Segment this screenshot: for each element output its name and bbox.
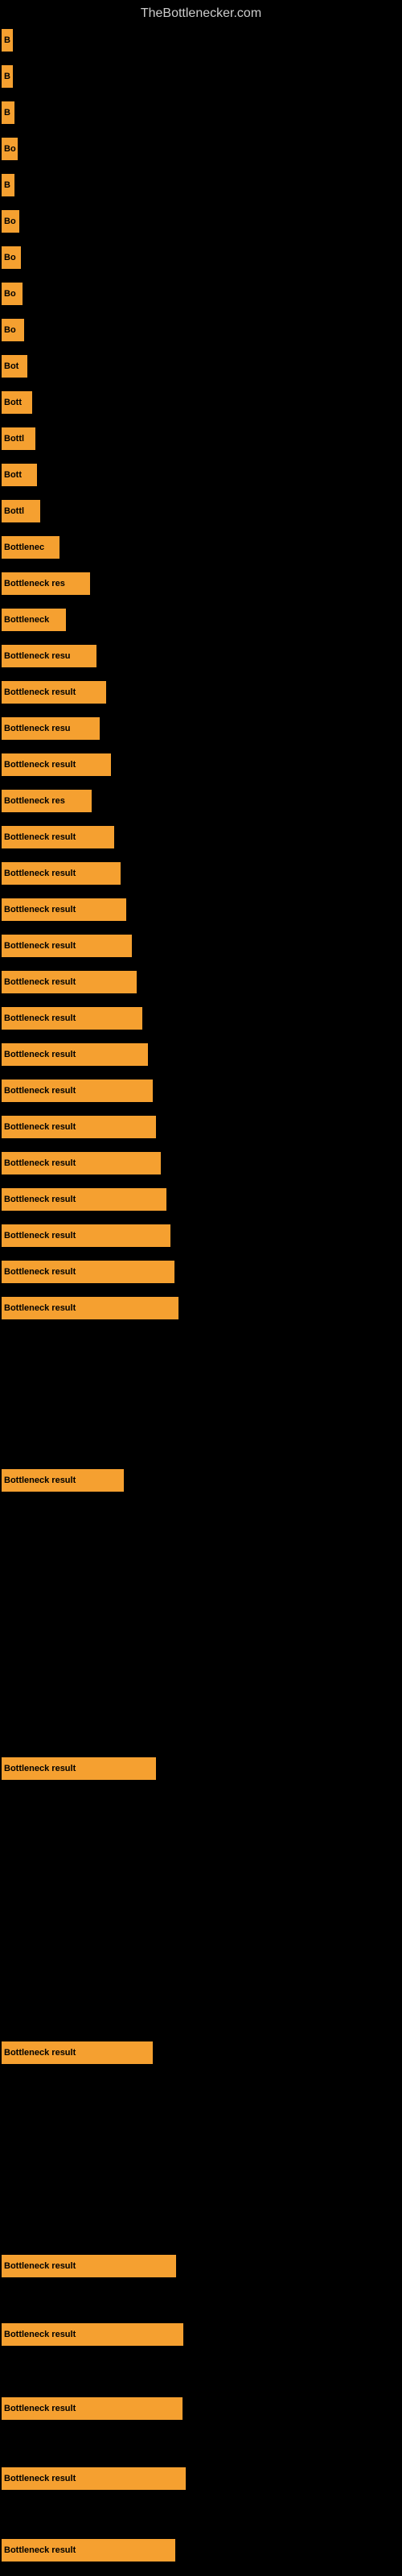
bar-label: Bottleneck result [2,1152,161,1174]
bar-row: Bo [0,205,402,237]
bar-row: Bottleneck result [0,821,402,853]
bar-row: Bottleneck res [0,568,402,600]
bar-label: B [2,29,13,52]
bar-row: Bottleneck result [0,1752,402,1785]
bar-row: Bottleneck [0,604,402,636]
bar-row: Bottleneck resu [0,640,402,672]
bar-row: Bott [0,386,402,419]
bar-row: Bottleneck res [0,785,402,817]
bar-label: Bottleneck result [2,1116,156,1138]
bar-row: Bottleneck result [0,1147,402,1179]
bar-label: Bottleneck resu [2,645,96,667]
bar-label: Bottleneck result [2,1080,153,1102]
bar-label: B [2,101,14,124]
bar-label: Bottleneck result [2,971,137,993]
bar-row: Bottleneck result [0,1183,402,1216]
bar-row: Bottleneck result [0,1038,402,1071]
bar-label: Bottleneck result [2,1043,148,1066]
bar-label: Bo [2,319,24,341]
bar-label: Bottleneck resu [2,717,100,740]
bar-label: Bottleneck result [2,1188,166,1211]
bar-label: Bottleneck result [2,1007,142,1030]
bar-label: Bottleneck result [2,2539,175,2562]
bar-row: Bottleneck resu [0,712,402,745]
bar-row: B [0,60,402,93]
bar-label: B [2,65,13,88]
bar-row: Bottleneck result [0,857,402,890]
bar-label: Bo [2,138,18,160]
bar-row: Bottl [0,423,402,455]
bar-label: Bottleneck result [2,1757,156,1780]
bar-row: B [0,97,402,129]
bar-row: Bottleneck result [0,1111,402,1143]
bar-row: Bottleneck result [0,676,402,708]
bar-label: Bottleneck result [2,2323,183,2346]
bar-row: Bottleneck result [0,2462,402,2495]
bar-row: Bottleneck result [0,2037,402,2069]
bar-row: Bottleneck result [0,1464,402,1496]
bar-row: Bottleneck result [0,2392,402,2425]
bar-label: Bottl [2,500,40,522]
bar-label: Bottleneck result [2,826,114,848]
bar-row: Bottleneck result [0,2318,402,2351]
bar-label: Bottl [2,427,35,450]
bar-label: Bottleneck result [2,2041,153,2064]
bar-row: Bottleneck result [0,966,402,998]
bar-label: Bottleneck [2,609,66,631]
bar-row: B [0,24,402,56]
bar-label: Bottleneck result [2,862,121,885]
bar-label: B [2,174,14,196]
bar-label: Bott [2,391,32,414]
bar-row: Bott [0,459,402,491]
bar-label: Bottleneck result [2,1224,170,1247]
bar-label: Bottleneck result [2,2255,176,2277]
bar-row: Bottleneck result [0,894,402,926]
bar-row: Bottleneck result [0,1292,402,1324]
bar-row: Bo [0,242,402,274]
bar-label: Bottleneck result [2,2397,183,2420]
bar-label: Bottleneck result [2,681,106,704]
site-title: TheBottlenecker.com [0,0,402,27]
bar-label: Bottleneck result [2,2467,186,2490]
bar-row: Bottleneck result [0,749,402,781]
bar-label: Bottleneck result [2,898,126,921]
bar-label: Bottleneck res [2,572,90,595]
bar-label: Bott [2,464,37,486]
bar-label: Bottleneck res [2,790,92,812]
bar-label: Bottleneck result [2,1469,124,1492]
bar-label: Bo [2,210,19,233]
bar-label: Bottleneck result [2,753,111,776]
bar-label: Bottleneck result [2,935,132,957]
bar-row: B [0,169,402,201]
bar-row: Bottleneck result [0,1002,402,1034]
bar-row: Bottlenec [0,531,402,564]
bar-label: Bot [2,355,27,378]
bar-row: Bottleneck result [0,1075,402,1107]
bar-row: Bo [0,278,402,310]
bar-row: Bottleneck result [0,1220,402,1252]
bar-label: Bottleneck result [2,1261,174,1283]
bar-row: Bo [0,133,402,165]
bar-row: Bottleneck result [0,1256,402,1288]
bar-row: Bo [0,314,402,346]
bar-label: Bo [2,246,21,269]
bar-row: Bottleneck result [0,2250,402,2282]
bar-row: Bottleneck result [0,2534,402,2566]
bar-label: Bottlenec [2,536,59,559]
bar-label: Bo [2,283,23,305]
bar-label: Bottleneck result [2,1297,178,1319]
bar-row: Bot [0,350,402,382]
bar-row: Bottl [0,495,402,527]
bar-row: Bottleneck result [0,930,402,962]
